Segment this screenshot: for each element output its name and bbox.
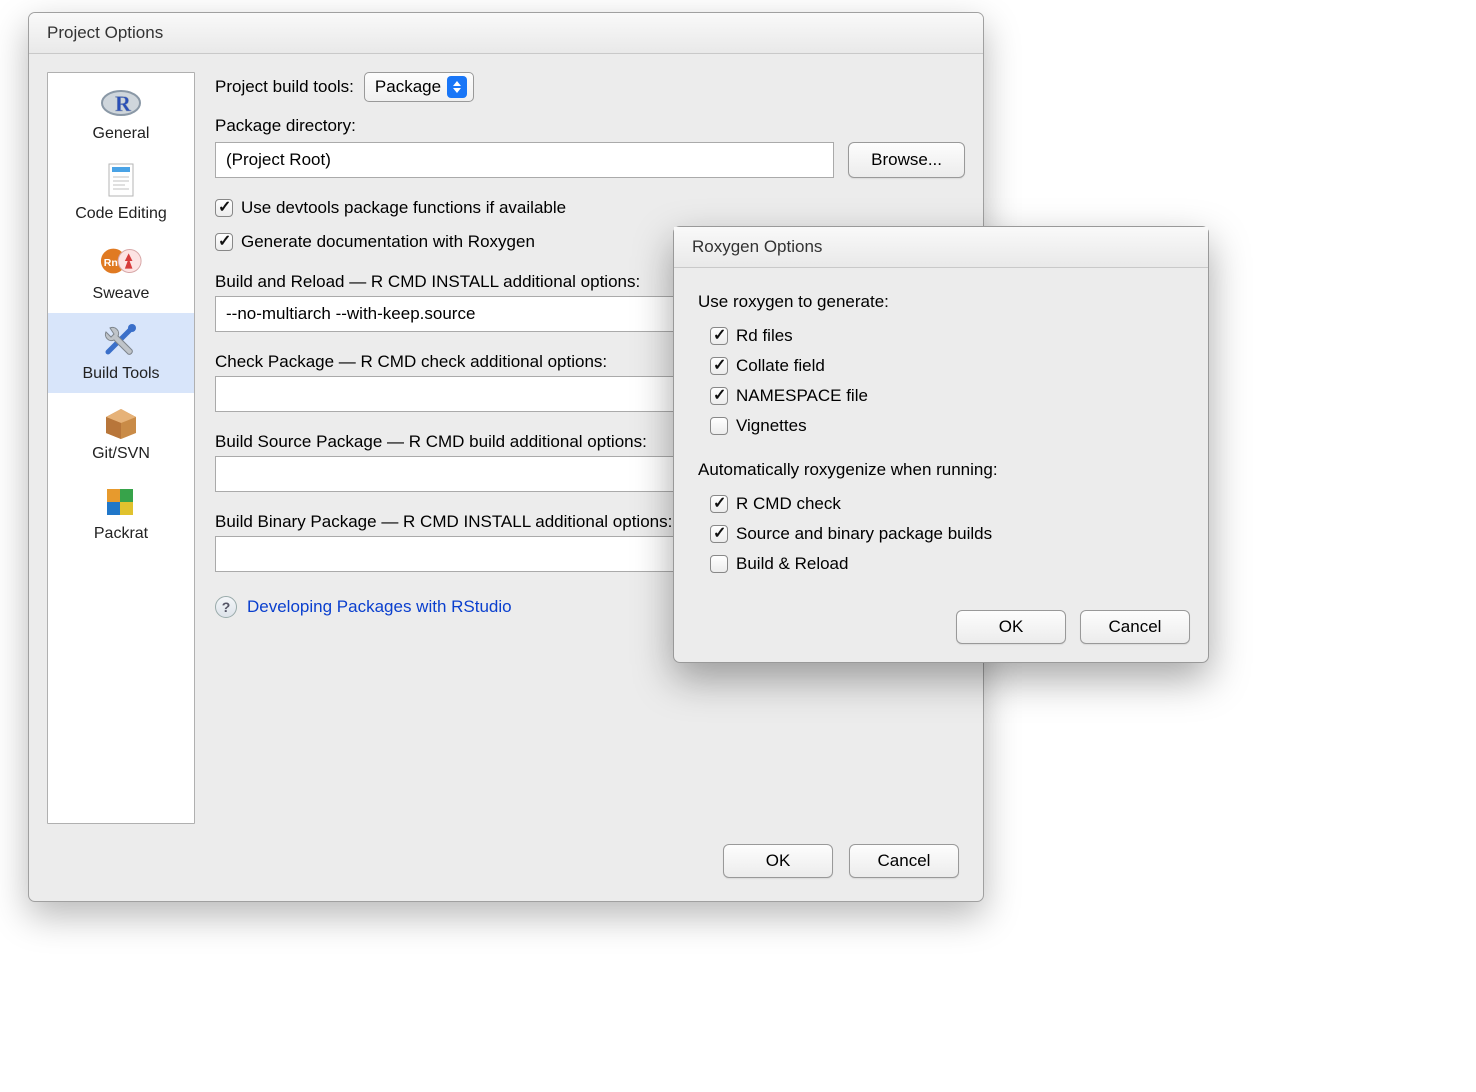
- rd-files-label: Rd files: [736, 326, 793, 346]
- browse-button[interactable]: Browse...: [848, 142, 965, 178]
- roxygen-auto-label: Automatically roxygenize when running:: [698, 460, 1184, 480]
- rcmd-check-label: R CMD check: [736, 494, 841, 514]
- package-dir-label: Package directory:: [215, 116, 965, 136]
- roxygen-dialog-title: Roxygen Options: [674, 227, 1208, 268]
- roxygen-ok-button[interactable]: OK: [956, 610, 1066, 644]
- collate-checkbox[interactable]: [710, 357, 728, 375]
- source-binary-label: Source and binary package builds: [736, 524, 992, 544]
- namespace-checkbox[interactable]: [710, 387, 728, 405]
- dialog-title: Project Options: [29, 13, 983, 54]
- roxygen-footer: OK Cancel: [674, 598, 1208, 662]
- package-dir-input[interactable]: [215, 142, 834, 178]
- namespace-label: NAMESPACE file: [736, 386, 868, 406]
- sidebar-item-label: General: [93, 125, 150, 143]
- sidebar-item-packrat[interactable]: Packrat: [48, 473, 194, 553]
- project-build-tools-select[interactable]: Package: [364, 72, 474, 102]
- build-reload-label: Build & Reload: [736, 554, 848, 574]
- sidebar-item-label: Sweave: [93, 285, 150, 303]
- sweave-icon: Rnw: [99, 241, 143, 281]
- vignettes-label: Vignettes: [736, 416, 807, 436]
- roxygen-options-dialog: Roxygen Options Use roxygen to generate:…: [673, 226, 1209, 663]
- packrat-icon: [99, 481, 143, 521]
- sidebar-item-general[interactable]: R General: [48, 73, 194, 153]
- sidebar-item-git-svn[interactable]: Git/SVN: [48, 393, 194, 473]
- box-icon: [99, 401, 143, 441]
- chevron-updown-icon: [447, 76, 467, 98]
- devtools-checkbox[interactable]: [215, 199, 233, 217]
- devtools-label: Use devtools package functions if availa…: [241, 198, 566, 218]
- tools-icon: [99, 321, 143, 361]
- cancel-button[interactable]: Cancel: [849, 844, 959, 878]
- svg-text:R: R: [115, 91, 132, 116]
- roxygen-body: Use roxygen to generate: Rd files Collat…: [674, 268, 1208, 598]
- collate-label: Collate field: [736, 356, 825, 376]
- sidebar-item-label: Build Tools: [82, 365, 159, 383]
- help-link[interactable]: Developing Packages with RStudio: [247, 597, 512, 617]
- r-logo-icon: R: [99, 81, 143, 121]
- help-icon: ?: [215, 596, 237, 618]
- source-binary-checkbox[interactable]: [710, 525, 728, 543]
- select-value: Package: [375, 77, 441, 97]
- roxygen-label: Generate documentation with Roxygen: [241, 232, 535, 252]
- sidebar-item-sweave[interactable]: Rnw Sweave: [48, 233, 194, 313]
- sidebar-item-code-editing[interactable]: Code Editing: [48, 153, 194, 233]
- sidebar: R General Code Editing: [47, 72, 195, 824]
- document-icon: [99, 161, 143, 201]
- sidebar-item-label: Packrat: [94, 525, 148, 543]
- sidebar-item-build-tools[interactable]: Build Tools: [48, 313, 194, 393]
- sidebar-item-label: Code Editing: [75, 205, 167, 223]
- sidebar-item-label: Git/SVN: [92, 445, 150, 463]
- build-reload-checkbox[interactable]: [710, 555, 728, 573]
- roxygen-checkbox[interactable]: [215, 233, 233, 251]
- vignettes-checkbox[interactable]: [710, 417, 728, 435]
- project-build-tools-label: Project build tools:: [215, 77, 354, 97]
- rd-files-checkbox[interactable]: [710, 327, 728, 345]
- rcmd-check-checkbox[interactable]: [710, 495, 728, 513]
- dialog-footer: OK Cancel: [47, 844, 965, 892]
- roxygen-generate-label: Use roxygen to generate:: [698, 292, 1184, 312]
- roxygen-cancel-button[interactable]: Cancel: [1080, 610, 1190, 644]
- ok-button[interactable]: OK: [723, 844, 833, 878]
